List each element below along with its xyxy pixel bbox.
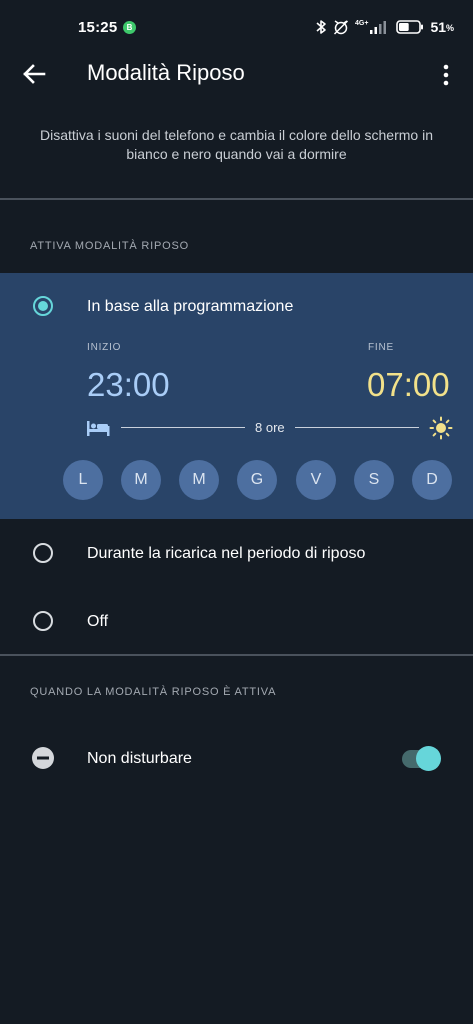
end-time-label: FINE (368, 342, 394, 353)
bluetooth-icon (316, 20, 326, 34)
bed-icon (87, 421, 110, 436)
section-header-activate: ATTIVA MODALITÀ RIPOSO (30, 240, 189, 252)
network-type: 4G+ (355, 19, 369, 27)
overflow-menu-button[interactable] (432, 60, 460, 90)
dnd-label: Non disturbare (87, 750, 192, 767)
day-chip-tuesday[interactable]: M (121, 460, 161, 500)
off-radio[interactable] (33, 611, 53, 631)
status-icons: 4G+ 51% (316, 17, 454, 37)
page-description: Disattiva i suoni del telefono e cambia … (40, 127, 433, 162)
divider (0, 198, 473, 200)
dnd-toggle-thumb[interactable] (416, 746, 441, 771)
off-option[interactable]: Off (0, 595, 473, 645)
arrow-left-icon (23, 64, 46, 84)
day-chip-monday[interactable]: L (63, 460, 103, 500)
charging-option[interactable]: Durante la ricarica nel periodo di ripos… (0, 528, 473, 578)
schedule-option-card[interactable]: In base alla programmazione INIZIO FINE … (0, 273, 473, 519)
start-time[interactable]: 23:00 (87, 366, 170, 404)
do-not-disturb-icon (32, 747, 54, 769)
day-chip-saturday[interactable]: S (354, 460, 394, 500)
page-title: Modalità Riposo (87, 60, 245, 85)
notification-badge-icon: B (123, 21, 136, 34)
more-vert-icon (443, 64, 449, 86)
duration-line-left (121, 427, 245, 428)
alarm-off-icon (333, 20, 349, 35)
back-button[interactable] (18, 58, 50, 90)
day-chip-wednesday[interactable]: M (179, 460, 219, 500)
end-time[interactable]: 07:00 (367, 366, 450, 404)
sun-icon (429, 416, 453, 440)
battery-percent-sign: % (446, 23, 455, 33)
schedule-radio[interactable] (33, 296, 53, 316)
battery-icon (396, 20, 424, 34)
signal-icon (370, 21, 387, 34)
start-time-label: INIZIO (87, 342, 122, 353)
battery-percent: 51 (430, 19, 447, 35)
status-time: 15:25 (78, 19, 118, 36)
off-option-label: Off (87, 613, 109, 630)
duration-line-right (295, 427, 419, 428)
day-chip-sunday[interactable]: D (412, 460, 452, 500)
divider (0, 654, 473, 656)
charging-option-label: Durante la ricarica nel periodo di ripos… (87, 545, 366, 562)
day-chip-thursday[interactable]: G (237, 460, 277, 500)
charging-radio[interactable] (33, 543, 53, 563)
day-chip-friday[interactable]: V (296, 460, 336, 500)
schedule-option-label: In base alla programmazione (87, 298, 294, 315)
section-header-when-active: QUANDO LA MODALITÀ RIPOSO È ATTIVA (30, 686, 277, 698)
sleep-duration: 8 ore (255, 420, 285, 435)
